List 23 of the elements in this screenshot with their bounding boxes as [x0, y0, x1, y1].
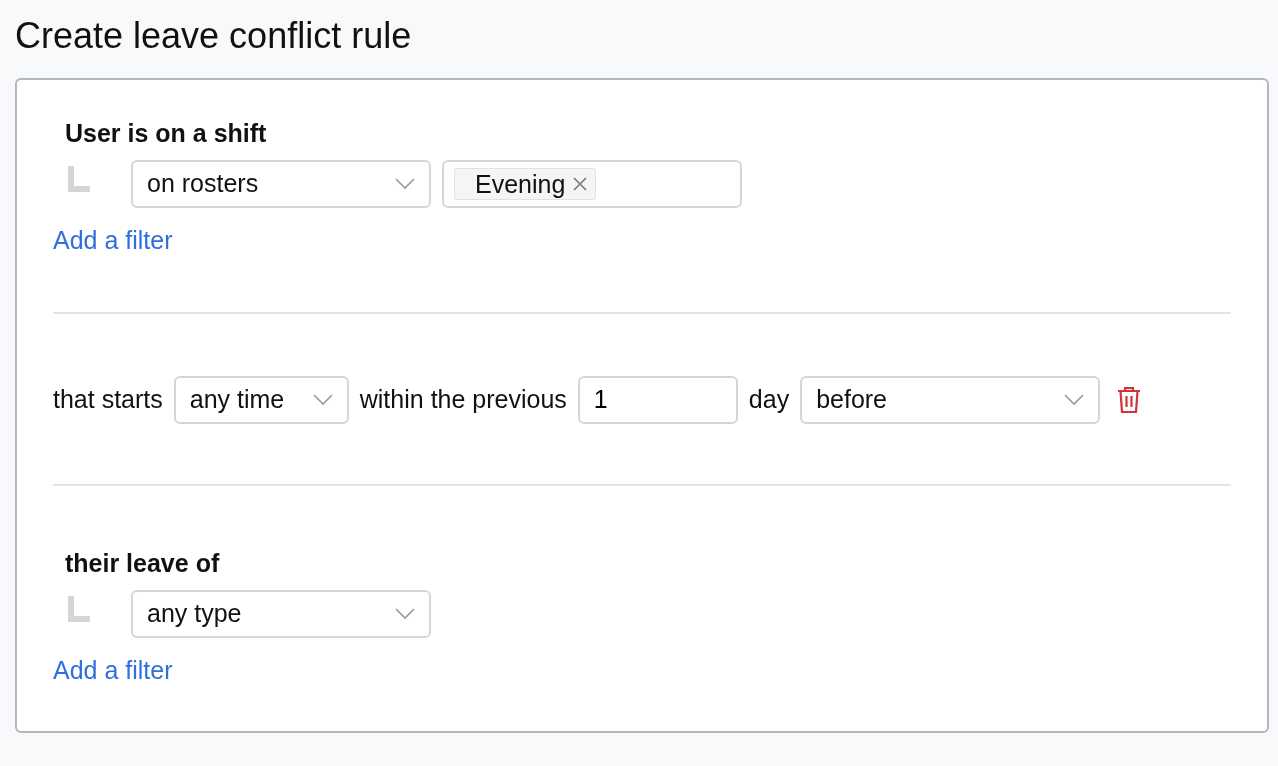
label-text: day	[748, 383, 790, 415]
dropdown[interactable]: before	[800, 375, 1101, 424]
chevron-down-icon	[312, 393, 333, 406]
dropdown[interactable]: any time	[173, 375, 349, 424]
label-text: that starts	[53, 383, 163, 415]
trash-icon	[1117, 385, 1142, 414]
close-icon[interactable]	[573, 177, 588, 192]
add-filter-link[interactable]: Add a filter	[53, 222, 173, 260]
chevron-down-icon	[1064, 393, 1085, 406]
chevron-down-icon	[395, 607, 415, 620]
tree-branch-icon	[68, 595, 90, 622]
dropdown[interactable]: on rosters	[131, 160, 431, 209]
number-field[interactable]: 1	[577, 375, 738, 424]
dropdown[interactable]: any type	[131, 589, 431, 638]
tag: Evening	[454, 168, 597, 201]
section-heading: User is on a shift	[65, 118, 268, 149]
tree-branch-icon	[68, 166, 90, 193]
add-filter-link[interactable]: Add a filter	[53, 651, 173, 690]
page-title: Create leave conflict rule	[14, 14, 413, 58]
section-heading: their leave of	[65, 547, 221, 578]
tag-field[interactable]: Evening	[442, 160, 742, 209]
label-text: within the previous	[359, 383, 567, 415]
chevron-down-icon	[395, 178, 415, 191]
